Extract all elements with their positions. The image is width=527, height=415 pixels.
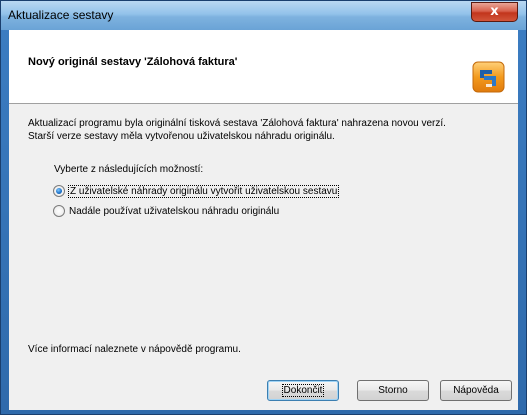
radio-selected-icon[interactable] (53, 185, 65, 197)
options-label: Vyberte z následujících možností: (54, 164, 204, 175)
dialog-window: Aktualizace sestavy x Nový originál sest… (0, 0, 527, 415)
window-title: Aktualizace sestavy (8, 8, 114, 22)
message-line-2: Starší verze sestavy měla vytvořenou uži… (28, 131, 335, 142)
option-keep-user-replacement[interactable]: Nadále používat uživatelskou náhradu ori… (53, 203, 279, 219)
close-button[interactable]: x (471, 2, 518, 22)
finish-button-label: Dokončit (281, 384, 325, 397)
cancel-button-label: Storno (378, 385, 408, 396)
option-label: Z uživatelské náhrady originálu vytvořit… (67, 184, 340, 198)
option-create-user-report[interactable]: Z uživatelské náhrady originálu vytvořit… (53, 183, 340, 199)
app-logo-icon (472, 61, 505, 93)
finish-button[interactable]: Dokončit (267, 380, 339, 401)
dialog-client-area: Nový originál sestavy 'Zálohová faktura'… (9, 30, 518, 410)
cancel-button[interactable]: Storno (357, 380, 429, 401)
header-title: Nový originál sestavy 'Zálohová faktura' (28, 56, 238, 68)
radio-unselected-icon[interactable] (53, 205, 65, 217)
header-panel: Nový originál sestavy 'Zálohová faktura' (9, 30, 518, 104)
close-icon: x (490, 4, 499, 19)
message-text: Aktualizací programu byla originální tis… (28, 117, 508, 143)
option-label: Nadále používat uživatelskou náhradu ori… (69, 205, 280, 217)
message-line-1: Aktualizací programu byla originální tis… (28, 118, 446, 129)
help-button-label: Nápověda (453, 385, 499, 396)
help-button[interactable]: Nápověda (440, 380, 512, 401)
title-bar[interactable]: Aktualizace sestavy x (1, 1, 526, 30)
help-info-text: Více informací naleznete v nápovědě prog… (28, 344, 241, 355)
